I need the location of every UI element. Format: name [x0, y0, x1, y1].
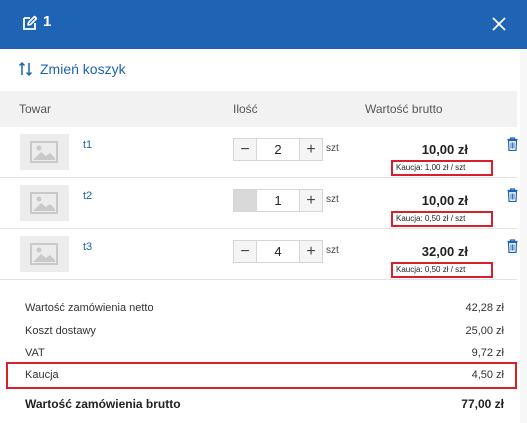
image-placeholder-icon	[30, 192, 58, 214]
increase-quantity-button[interactable]: +	[300, 241, 322, 262]
net-value-label: Wartość zamówienia netto	[25, 302, 154, 314]
image-placeholder-icon	[30, 141, 58, 163]
shipping-cost-value: 25,00 zł	[465, 325, 504, 337]
edit-icon	[23, 15, 38, 30]
modal-title: 1	[43, 13, 52, 30]
increase-quantity-button[interactable]: +	[300, 139, 322, 160]
quantity-stepper: − 2 +	[233, 138, 323, 161]
table-header: Towar Ilość Wartość brutto	[0, 91, 517, 127]
trash-icon[interactable]	[507, 188, 518, 202]
quantity-input[interactable]: 1	[256, 190, 300, 211]
close-icon[interactable]	[491, 16, 507, 32]
change-cart-button[interactable]: Zmień koszyk	[18, 59, 126, 79]
item-price: 32,00 zł	[421, 244, 468, 259]
quantity-unit: szt	[326, 143, 339, 154]
cart-row: t2 − 1 + szt 10,00 zł Kaucja: 0,50 zł / …	[0, 178, 518, 229]
deposit-badge: Kaucja: 1,00 zł / szt	[391, 160, 493, 176]
change-cart-label: Zmień koszyk	[40, 61, 126, 77]
product-name-link[interactable]: t3	[83, 241, 92, 253]
quantity-unit: szt	[326, 194, 339, 205]
trash-icon[interactable]	[507, 137, 518, 151]
sort-arrows-icon	[18, 61, 33, 77]
deposit-badge: Kaucja: 0,50 zł / szt	[391, 262, 493, 278]
product-thumbnail	[20, 236, 69, 272]
product-name-link[interactable]: t1	[83, 139, 92, 151]
cart-row: t1 − 2 + szt 10,00 zł Kaucja: 1,00 zł / …	[0, 127, 518, 178]
product-thumbnail	[20, 185, 69, 221]
increase-quantity-button[interactable]: +	[300, 190, 322, 211]
vat-label: VAT	[25, 347, 45, 359]
gross-total-label: Wartość zamówienia brutto	[25, 397, 181, 411]
item-price: 10,00 zł	[421, 193, 468, 208]
quantity-stepper: − 4 +	[233, 240, 323, 263]
column-gross-value: Wartość brutto	[365, 102, 443, 116]
image-placeholder-icon	[30, 243, 58, 265]
deposit-highlight	[6, 362, 517, 389]
deposit-badge: Kaucja: 0,50 zł / szt	[391, 211, 493, 227]
cart-row: t3 − 4 + szt 32,00 zł Kaucja: 0,50 zł / …	[0, 229, 518, 280]
decrease-quantity-button[interactable]: −	[234, 241, 256, 262]
vat-value: 9,72 zł	[471, 347, 504, 359]
decrease-quantity-button[interactable]: −	[234, 190, 256, 211]
quantity-stepper: − 1 +	[233, 189, 323, 212]
net-value: 42,28 zł	[465, 302, 504, 314]
product-thumbnail	[20, 134, 69, 170]
scrollbar[interactable]	[520, 49, 527, 423]
trash-icon[interactable]	[507, 239, 518, 253]
modal-header: 1	[0, 0, 527, 49]
decrease-quantity-button[interactable]: −	[234, 139, 256, 160]
quantity-input[interactable]: 4	[256, 241, 300, 262]
column-product: Towar	[19, 102, 52, 116]
column-quantity: Ilość	[233, 102, 258, 116]
gross-total-value: 77,00 zł	[461, 397, 504, 411]
quantity-input[interactable]: 2	[256, 139, 300, 160]
product-name-link[interactable]: t2	[83, 190, 92, 202]
shipping-cost-label: Koszt dostawy	[25, 325, 96, 337]
quantity-unit: szt	[326, 245, 339, 256]
item-price: 10,00 zł	[421, 142, 468, 157]
